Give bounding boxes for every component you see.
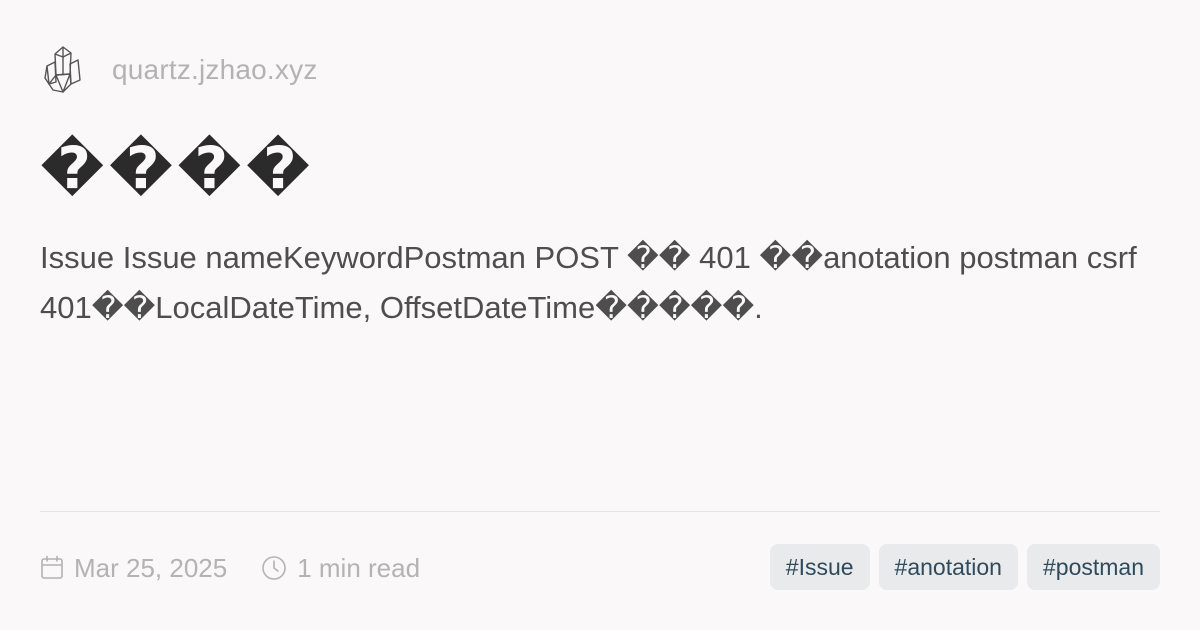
page-title: ����	[40, 134, 315, 202]
date-meta: Mar 25, 2025	[40, 553, 227, 584]
tag-issue[interactable]: #Issue	[769, 544, 870, 590]
calendar-icon	[40, 555, 64, 581]
page-description: Issue Issue nameKeywordPostman POST �� 4…	[40, 240, 1137, 325]
site-domain[interactable]: quartz.jzhao.xyz	[112, 54, 318, 86]
read-time-meta: 1 min read	[261, 553, 420, 584]
read-time: 1 min read	[297, 552, 421, 583]
post-date: Mar 25, 2025	[74, 552, 228, 583]
tag-anotation[interactable]: #anotation	[878, 544, 1018, 590]
crystal-icon[interactable]	[40, 42, 86, 98]
site-header: quartz.jzhao.xyz	[40, 40, 318, 100]
post-meta: Mar 25, 2025 1 min read	[40, 546, 420, 590]
tag-postman[interactable]: #postman	[1026, 544, 1160, 590]
divider	[40, 511, 1160, 512]
clock-icon	[261, 555, 287, 581]
tag-list: #Issue #anotation #postman	[769, 544, 1160, 590]
